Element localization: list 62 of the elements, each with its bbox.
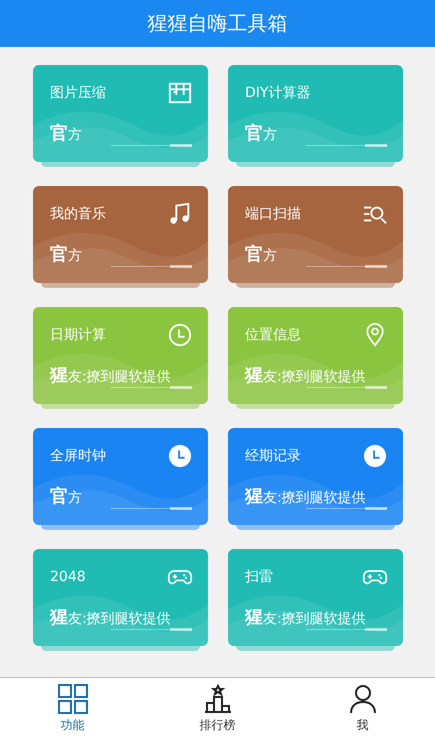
source-label: 官 [50,243,68,266]
tool-card[interactable]: 我的音乐 官方 [33,186,208,283]
underline-accent [365,507,387,510]
underline-accent [170,386,192,389]
source-note: 方 [263,126,277,144]
podium-icon [202,684,232,714]
source-note: 方 [68,247,82,265]
clock-icon [363,444,387,468]
card-title: 我的音乐 [50,205,106,223]
underline-accent [365,386,387,389]
music-note-icon [168,202,192,226]
source-note: 友:撩到腿软提供 [68,610,171,628]
card-title: 日期计算 [50,326,106,344]
source-note: 友:撩到腿软提供 [68,368,171,386]
tool-card[interactable]: 图片压缩 官方 [33,65,208,162]
person-icon [348,684,378,714]
source-label: 官 [50,122,68,145]
tool-card[interactable]: 全屏时钟 官方 [33,428,208,525]
underline-accent [365,144,387,147]
tool-card[interactable]: 2048 猩友:撩到腿软提供 [33,549,208,646]
underline-accent [170,265,192,268]
source-label: 官 [245,243,263,266]
card-title: 图片压缩 [50,84,106,102]
source-label: 猩 [50,364,68,387]
source-label: 猩 [245,364,263,387]
underline-accent [365,265,387,268]
source-label: 猩 [245,485,263,508]
clock-icon [168,323,192,347]
source-note: 友:撩到腿软提供 [263,368,366,386]
tool-card[interactable]: 经期记录 猩友:撩到腿软提供 [228,428,403,525]
source-note: 友:撩到腿软提供 [263,489,366,507]
tool-card[interactable]: 扫雷 猩友:撩到腿软提供 [228,549,403,646]
nav-tab[interactable]: 我 [290,678,435,739]
card-title: 扫雷 [245,568,273,586]
source-label: 猩 [245,606,263,629]
tool-card[interactable]: 端口扫描 官方 [228,186,403,283]
tool-card[interactable]: DIY计算器 官方 [228,65,403,162]
source-label: 猩 [50,606,68,629]
nav-tab[interactable]: 功能 [0,678,145,739]
nav-tab[interactable]: 排行榜 [145,678,290,739]
source-note: 方 [263,247,277,265]
card-title: 位置信息 [245,326,301,344]
card-title: 2048 [50,569,86,585]
source-note: 方 [68,126,82,144]
source-label: 官 [50,485,68,508]
underline-accent [170,507,192,510]
app-title: 猩猩自嗨工具箱 [148,10,288,37]
card-title: DIY计算器 [245,84,310,102]
source-label: 官 [245,122,263,145]
underline-accent [170,144,192,147]
card-title: 全屏时钟 [50,447,106,465]
clock-icon [168,444,192,468]
source-note: 方 [68,489,82,507]
card-title: 端口扫描 [245,205,301,223]
box-icon [168,81,192,105]
card-title: 经期记录 [245,447,301,465]
tool-card[interactable]: 日期计算 猩友:撩到腿软提供 [33,307,208,404]
underline-accent [170,628,192,631]
underline-accent [365,628,387,631]
tool-card[interactable]: 位置信息 猩友:撩到腿软提供 [228,307,403,404]
grid-icon [58,684,88,714]
source-note: 友:撩到腿软提供 [263,610,366,628]
